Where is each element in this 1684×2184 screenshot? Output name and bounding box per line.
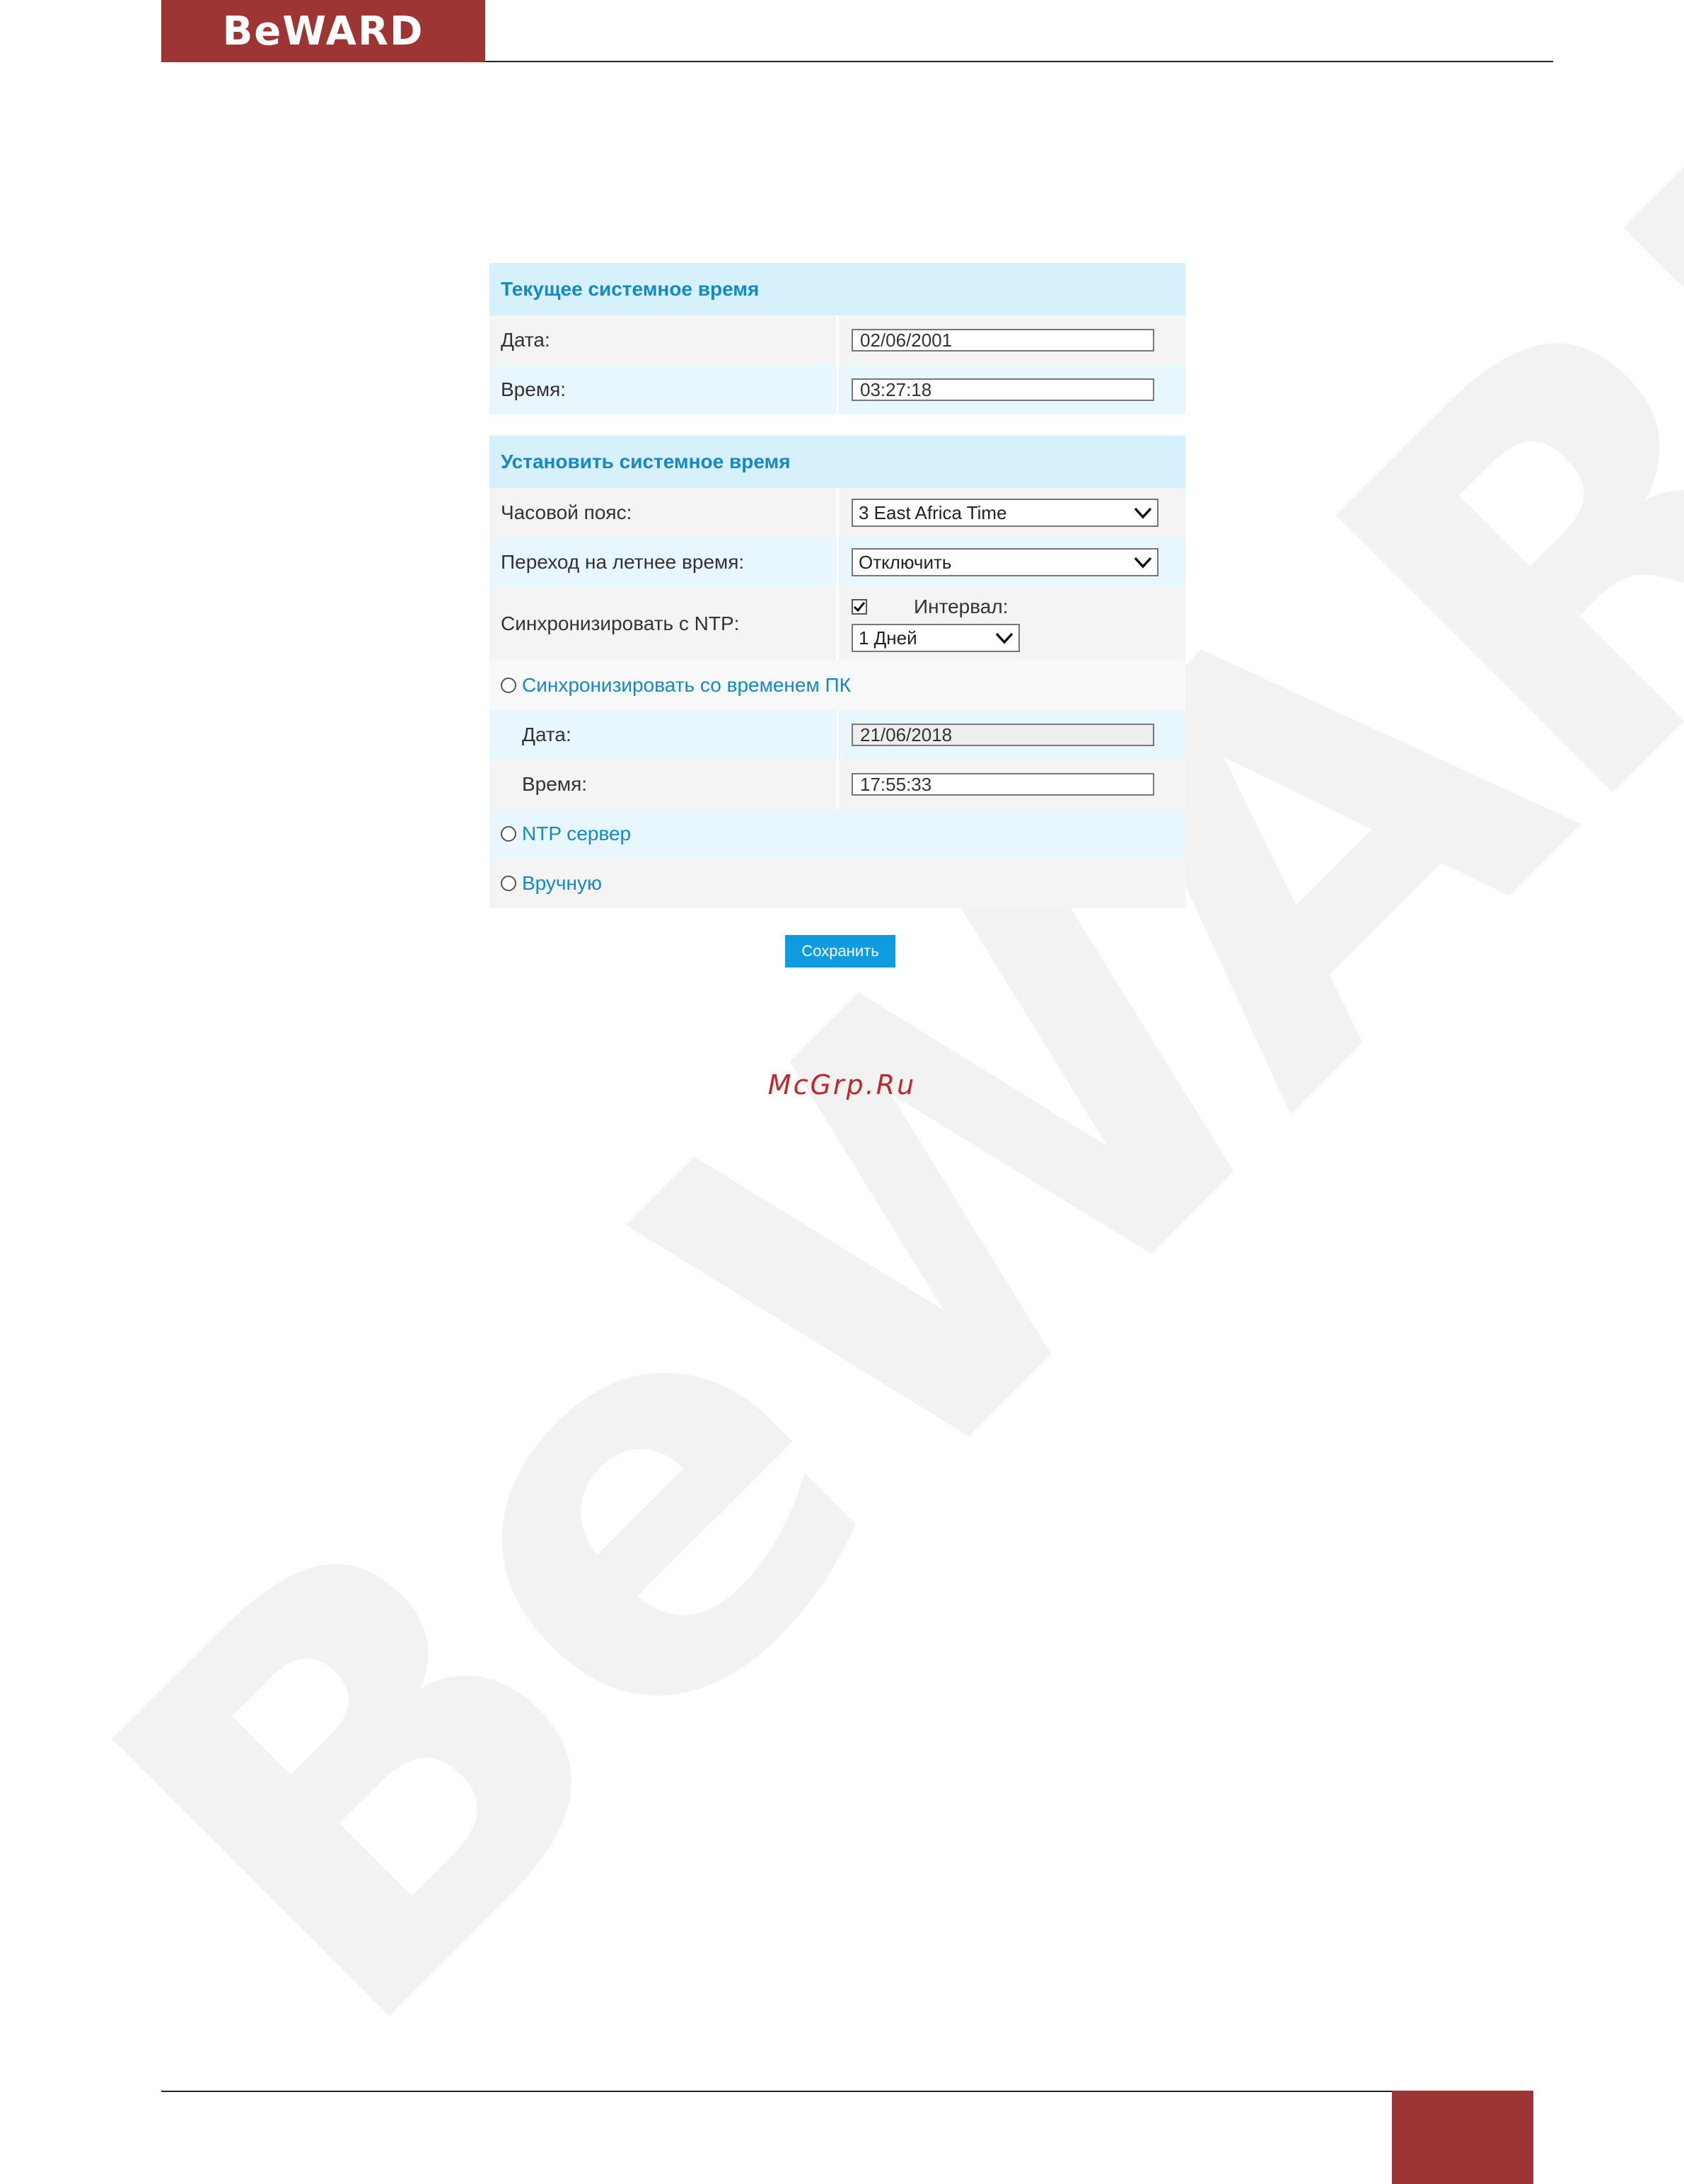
timezone-label: Часовой пояс: bbox=[501, 501, 632, 523]
interval-select[interactable]: 1 Дней bbox=[852, 624, 1020, 652]
current-time-label: Время: bbox=[501, 378, 567, 400]
dst-cell: Отключить bbox=[839, 538, 1185, 587]
ntp-server-radio[interactable] bbox=[501, 826, 516, 842]
pc-sync-row: Синхронизировать со временем ПК bbox=[489, 661, 1185, 710]
interval-select-wrap: 1 Дней bbox=[852, 624, 1185, 652]
manual-row: Вручную bbox=[489, 859, 1185, 908]
time-settings-panel: Текущее системное время Дата: 02/06/2001… bbox=[489, 263, 1185, 908]
current-time-cell: 03:27:18 bbox=[839, 365, 1185, 414]
pc-date-label: Дата: bbox=[522, 724, 571, 745]
pc-time-cell: 17:55:33 bbox=[839, 760, 1185, 809]
timezone-cell: 3 East Africa Time bbox=[839, 488, 1185, 538]
section-gap bbox=[489, 414, 1185, 436]
chevron-down-icon bbox=[995, 632, 1014, 644]
set-time-header: Установить системное время bbox=[489, 436, 1185, 488]
timezone-select[interactable]: 3 East Africa Time bbox=[852, 499, 1159, 527]
header-rule bbox=[485, 61, 1553, 62]
current-date-label: Дата: bbox=[501, 329, 550, 351]
pc-date-row: Дата: 21/06/2018 bbox=[489, 710, 1185, 760]
pc-sync-option[interactable]: Синхронизировать со временем ПК bbox=[489, 661, 851, 710]
ntp-sync-cell: Интервал: 1 Дней bbox=[839, 587, 1185, 661]
chevron-down-icon bbox=[1134, 507, 1152, 519]
ntp-server-row: NTP сервер bbox=[489, 809, 1185, 859]
manual-radio[interactable] bbox=[501, 876, 516, 891]
dst-select[interactable]: Отключить bbox=[852, 548, 1159, 576]
pc-date-cell: 21/06/2018 bbox=[839, 710, 1185, 760]
timezone-row: Часовой пояс: 3 East Africa Time bbox=[489, 488, 1185, 538]
manual-option[interactable]: Вручную bbox=[489, 859, 602, 908]
current-date-field: 02/06/2001 bbox=[852, 329, 1154, 352]
manual-label[interactable]: Вручную bbox=[522, 872, 602, 895]
brand-logo: BeWARD bbox=[161, 0, 485, 62]
chevron-down-icon bbox=[1134, 557, 1152, 569]
ntp-sync-label: Синхронизировать с NTP: bbox=[501, 612, 740, 634]
checkmark-icon bbox=[853, 602, 866, 612]
ntp-server-option[interactable]: NTP сервер bbox=[489, 809, 631, 859]
pc-date-field: 21/06/2018 bbox=[852, 724, 1154, 746]
current-time-header: Текущее системное время bbox=[489, 263, 1185, 315]
pc-sync-label[interactable]: Синхронизировать со временем ПК bbox=[522, 674, 851, 697]
timezone-select-value: 3 East Africa Time bbox=[859, 501, 1007, 523]
current-time-field: 03:27:18 bbox=[852, 378, 1154, 401]
interval-select-value: 1 Дней bbox=[859, 627, 917, 649]
pc-time-row: Время: 17:55:33 bbox=[489, 760, 1185, 809]
pc-sync-radio[interactable] bbox=[501, 678, 516, 693]
pc-time-label: Время: bbox=[522, 773, 588, 795]
ntp-server-label[interactable]: NTP сервер bbox=[522, 823, 631, 845]
pc-time-field: 17:55:33 bbox=[852, 773, 1154, 796]
current-date-row: Дата: 02/06/2001 bbox=[489, 315, 1185, 365]
ntp-sync-controls: Интервал: bbox=[852, 594, 1185, 620]
current-time-row: Время: 03:27:18 bbox=[489, 365, 1185, 414]
save-button[interactable]: Сохранить bbox=[785, 935, 895, 968]
footer-block bbox=[1392, 2091, 1533, 2184]
dst-select-value: Отключить bbox=[859, 551, 952, 573]
interval-label: Интервал: bbox=[914, 596, 1009, 617]
logo-text: BeWARD bbox=[222, 8, 424, 54]
ntp-sync-row: Синхронизировать с NTP: Интервал: 1 Дней bbox=[489, 587, 1185, 661]
ntp-sync-checkbox[interactable] bbox=[852, 599, 867, 615]
site-watermark-text: McGrp.Ru bbox=[767, 1069, 917, 1100]
dst-row: Переход на летнее время: Отключить bbox=[489, 538, 1185, 587]
dst-label: Переход на летнее время: bbox=[501, 551, 745, 573]
footer-rule bbox=[161, 2091, 1392, 2092]
current-date-cell: 02/06/2001 bbox=[839, 315, 1185, 365]
